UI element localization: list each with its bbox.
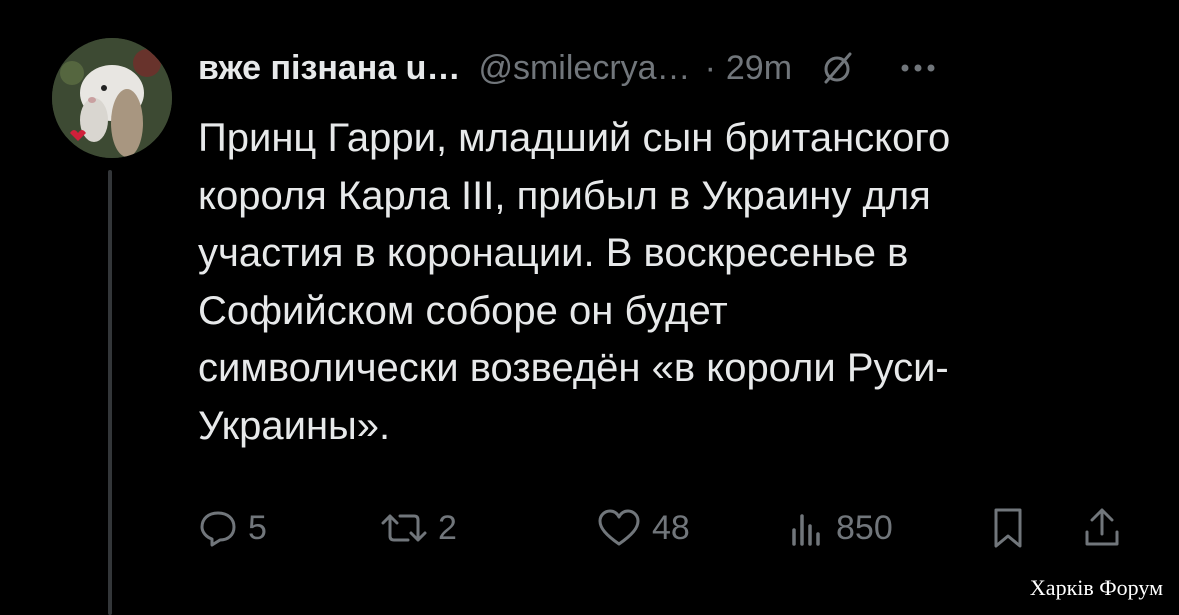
share-icon xyxy=(1085,508,1119,546)
watermark: Харків Форум xyxy=(1029,575,1163,600)
views-button[interactable]: 850 xyxy=(786,498,893,558)
avatar-rabbit-image xyxy=(52,38,172,158)
share-button[interactable] xyxy=(1082,498,1122,558)
views-count: 850 xyxy=(836,508,893,547)
more-icon[interactable] xyxy=(900,62,936,74)
like-button[interactable]: 48 xyxy=(596,498,690,558)
repost-button[interactable]: 2 xyxy=(380,498,457,558)
timestamp[interactable]: 29m xyxy=(726,49,792,88)
post-header: вже пізнана u… @smilecrya… · 29m xyxy=(198,46,936,90)
action-bar: 5 2 48 850 xyxy=(198,498,1128,558)
reply-count: 5 xyxy=(248,508,267,547)
separator-dot: · xyxy=(704,48,716,87)
reply-button[interactable]: 5 xyxy=(198,498,267,558)
views-icon xyxy=(792,514,820,546)
thread-line xyxy=(108,170,112,615)
grok-icon[interactable] xyxy=(820,50,856,86)
heart-icon xyxy=(598,509,640,546)
reply-icon xyxy=(200,511,236,547)
bookmark-button[interactable] xyxy=(990,498,1026,558)
like-count: 48 xyxy=(652,508,690,547)
repost-icon xyxy=(381,514,427,542)
repost-count: 2 xyxy=(438,508,457,547)
tweet-text: Принц Гарри, младший сын британского кор… xyxy=(198,116,951,448)
user-handle[interactable]: @smilecrya… xyxy=(478,49,690,88)
display-name[interactable]: вже пізнана u… xyxy=(198,49,460,88)
bookmark-icon xyxy=(994,508,1022,548)
avatar[interactable] xyxy=(52,38,172,158)
tweet[interactable]: вже пізнана u… @smilecrya… · 29m Принц Г… xyxy=(0,0,1179,615)
